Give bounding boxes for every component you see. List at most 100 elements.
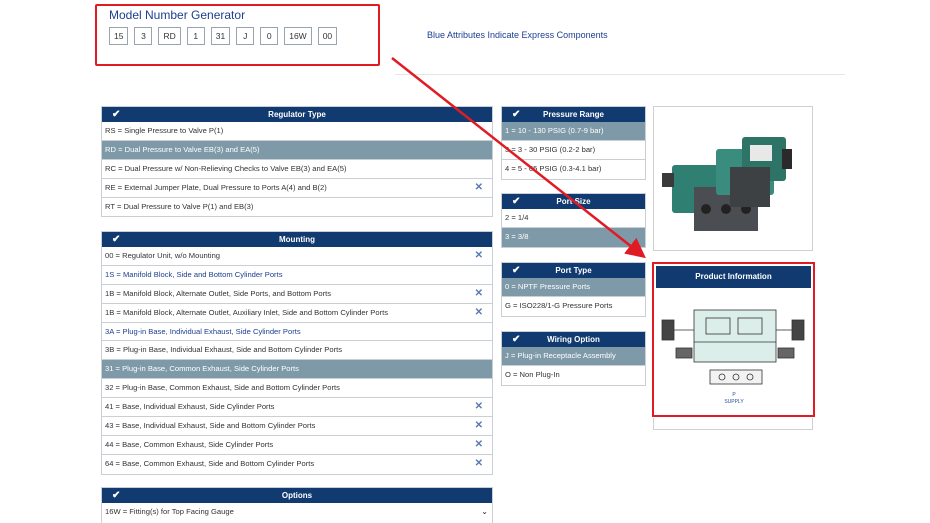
- option-label: G = ISO228/1-G Pressure Ports: [505, 300, 613, 310]
- option-row[interactable]: 2 = 1/4: [502, 209, 645, 228]
- option-label: 3A = Plug-in Base, Individual Exhaust, S…: [105, 326, 301, 336]
- option-row[interactable]: 41 = Base, Individual Exhaust, Side Cyli…: [102, 398, 492, 418]
- option-row[interactable]: 4 = 5 - 65 PSIG (0.3-4.1 bar): [502, 160, 645, 179]
- remove-icon[interactable]: ✕: [475, 417, 483, 435]
- port-type-header[interactable]: ✔ Port Type: [502, 263, 645, 278]
- wiring-option-header[interactable]: ✔ Wiring Option: [502, 332, 645, 347]
- chevron-down-icon[interactable]: ⌄: [481, 503, 488, 521]
- option-row[interactable]: RT = Dual Pressure to Valve P(1) and EB(…: [102, 198, 492, 217]
- model-segment-2[interactable]: 3: [134, 27, 153, 45]
- options-select[interactable]: 16W = Fitting(s) for Top Facing Gauge ⌄: [102, 503, 492, 522]
- option-row-selected[interactable]: 1 = 10 - 130 PSIG (0.7-9 bar): [502, 122, 645, 141]
- remove-icon[interactable]: ✕: [475, 285, 483, 303]
- option-row[interactable]: 3B = Plug-in Base, Individual Exhaust, S…: [102, 341, 492, 361]
- option-label: 3 = 3/8: [505, 231, 529, 241]
- options-panel: ✔ Options 16W = Fitting(s) for Top Facin…: [101, 487, 493, 523]
- option-label: RC = Dual Pressure w/ Non-Relieving Chec…: [105, 163, 347, 173]
- port-size-title: Port Size: [556, 197, 591, 206]
- port-size-header[interactable]: ✔ Port Size: [502, 194, 645, 209]
- option-label: RE = External Jumper Plate, Dual Pressur…: [105, 182, 327, 192]
- option-label: 41 = Base, Individual Exhaust, Side Cyli…: [105, 402, 275, 412]
- remove-icon[interactable]: ✕: [475, 398, 483, 416]
- pressure-range-header[interactable]: ✔ Pressure Range: [502, 107, 645, 122]
- model-segment-3[interactable]: RD: [158, 27, 181, 45]
- option-label: 31 = Plug-in Base, Common Exhaust, Side …: [105, 364, 299, 374]
- option-label: 44 = Base, Common Exhaust, Side Cylinder…: [105, 439, 274, 449]
- option-label: 1 = 10 - 130 PSIG (0.7-9 bar): [505, 126, 604, 135]
- check-icon: ✔: [512, 196, 521, 207]
- product-information-panel: Product Information P SUPPLY: [652, 262, 815, 417]
- remove-icon[interactable]: ✕: [475, 247, 483, 265]
- option-row[interactable]: G = ISO228/1-G Pressure Ports: [502, 297, 645, 316]
- option-label: 3B = Plug-in Base, Individual Exhaust, S…: [105, 345, 343, 355]
- model-number-segments: 15 3 RD 1 31 J 0 16W 00: [109, 27, 338, 45]
- option-label: 1B = Manifold Block, Alternate Outlet, A…: [105, 307, 389, 317]
- product-photo: [653, 106, 813, 251]
- wiring-option-panel: ✔ Wiring Option J = Plug-in Receptacle A…: [501, 331, 646, 386]
- option-row-express[interactable]: 3A = Plug-in Base, Individual Exhaust, S…: [102, 323, 492, 342]
- valve-photo-illustration: [662, 137, 792, 231]
- option-row-selected[interactable]: 31 = Plug-in Base, Common Exhaust, Side …: [102, 360, 492, 380]
- product-information-frame: [653, 418, 813, 430]
- option-row-express[interactable]: 1S = Manifold Block, Side and Bottom Cyl…: [102, 266, 492, 285]
- drawing-label-supply: SUPPLY: [724, 399, 744, 405]
- options-title: Options: [281, 491, 313, 500]
- express-components-note: Blue Attributes Indicate Express Compone…: [427, 30, 608, 40]
- option-label: RD = Dual Pressure to Valve EB(3) and EA…: [105, 144, 260, 154]
- model-segment-4[interactable]: 1: [186, 27, 205, 45]
- port-type-title: Port Type: [555, 266, 592, 275]
- check-icon: ✔: [112, 109, 121, 120]
- option-row-selected[interactable]: 0 = NPTF Pressure Ports: [502, 278, 645, 297]
- option-row-selected[interactable]: 3 = 3/8: [502, 227, 645, 247]
- model-segment-9[interactable]: 00: [317, 27, 338, 45]
- wiring-option-title: Wiring Option: [547, 335, 600, 344]
- option-label: 32 = Plug-in Base, Common Exhaust, Side …: [105, 383, 340, 393]
- options-header[interactable]: ✔ Options: [102, 488, 492, 503]
- regulator-type-header[interactable]: ✔ Regulator Type: [102, 107, 492, 122]
- option-label: 0 = NPTF Pressure Ports: [505, 282, 591, 291]
- option-row[interactable]: 00 = Regulator Unit, w/o Mounting ✕: [102, 247, 492, 266]
- model-segment-7[interactable]: 0: [260, 27, 279, 45]
- model-segment-6[interactable]: J: [236, 27, 255, 45]
- regulator-type-panel: ✔ Regulator Type RS = Single Pressure to…: [101, 106, 493, 218]
- remove-icon[interactable]: ✕: [475, 436, 483, 454]
- option-row[interactable]: RE = External Jumper Plate, Dual Pressur…: [102, 179, 492, 198]
- remove-icon[interactable]: ✕: [475, 455, 483, 473]
- option-row-selected[interactable]: RD = Dual Pressure to Valve EB(3) and EA…: [102, 140, 492, 160]
- option-row[interactable]: 43 = Base, Individual Exhaust, Side and …: [102, 417, 492, 436]
- remove-icon[interactable]: ✕: [475, 179, 483, 197]
- option-row-selected[interactable]: J = Plug-in Receptacle Assembly: [502, 347, 645, 366]
- option-row[interactable]: 1B = Manifold Block, Alternate Outlet, S…: [102, 285, 492, 304]
- option-row[interactable]: 32 = Plug-in Base, Common Exhaust, Side …: [102, 379, 492, 399]
- check-icon: ✔: [112, 490, 121, 501]
- option-row[interactable]: 1B = Manifold Block, Alternate Outlet, A…: [102, 304, 492, 323]
- option-row[interactable]: RS = Single Pressure to Valve P(1): [102, 122, 492, 141]
- divider: [395, 74, 845, 75]
- drawing-label-p: P: [732, 392, 736, 398]
- check-icon: ✔: [512, 265, 521, 276]
- valve-schematic-drawing: P SUPPLY: [661, 309, 805, 405]
- option-row[interactable]: O = Non Plug-In: [502, 366, 645, 385]
- pressure-range-title: Pressure Range: [543, 110, 604, 119]
- check-icon: ✔: [112, 234, 121, 245]
- option-row[interactable]: 3 = 3 - 30 PSIG (0.2-2 bar): [502, 141, 645, 160]
- model-number-generator: Model Number Generator 15 3 RD 1 31 J 0 …: [95, 4, 380, 66]
- remove-icon[interactable]: ✕: [475, 304, 483, 322]
- option-row[interactable]: RC = Dual Pressure w/ Non-Relieving Chec…: [102, 160, 492, 179]
- generator-title: Model Number Generator: [109, 8, 246, 22]
- product-information-title: Product Information: [656, 266, 811, 288]
- option-row[interactable]: 44 = Base, Common Exhaust, Side Cylinder…: [102, 436, 492, 455]
- check-icon: ✔: [512, 334, 521, 345]
- option-row[interactable]: 64 = Base, Common Exhaust, Side and Bott…: [102, 455, 492, 474]
- mounting-header[interactable]: ✔ Mounting: [102, 232, 492, 247]
- model-segment-8[interactable]: 16W: [284, 27, 312, 45]
- pressure-range-panel: ✔ Pressure Range 1 = 10 - 130 PSIG (0.7-…: [501, 106, 646, 180]
- option-label: RS = Single Pressure to Valve P(1): [105, 126, 224, 135]
- option-label: 2 = 1/4: [505, 213, 529, 222]
- option-label: 00 = Regulator Unit, w/o Mounting: [105, 251, 221, 260]
- option-label: 1B = Manifold Block, Alternate Outlet, S…: [105, 288, 332, 298]
- model-segment-1[interactable]: 15: [109, 27, 129, 45]
- model-segment-5[interactable]: 31: [210, 27, 231, 45]
- option-label: 64 = Base, Common Exhaust, Side and Bott…: [105, 458, 315, 468]
- option-label: O = Non Plug-In: [505, 369, 560, 379]
